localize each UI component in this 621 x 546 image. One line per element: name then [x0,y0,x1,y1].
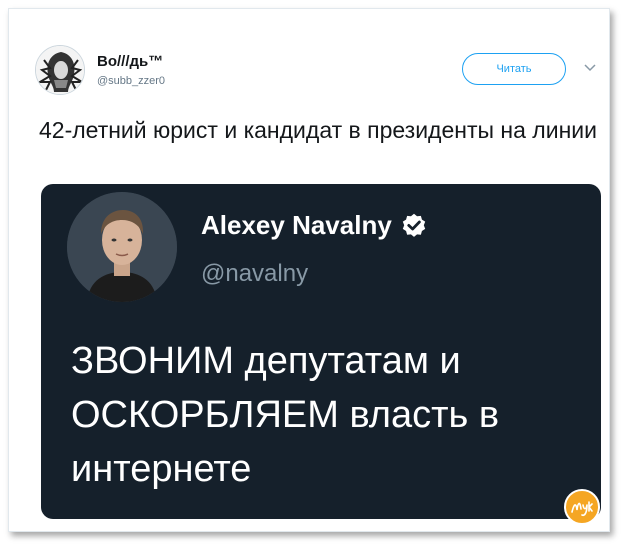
quoted-tweet-text: ЗВОНИМ депутатам и ОСКОРБЛЯЕМ власть в и… [71,340,500,490]
author-avatar[interactable] [35,45,85,95]
author-name[interactable]: Во///дь™ [97,53,163,70]
quoted-author-handle: @navalny [201,260,309,287]
watermark-logo [564,489,600,525]
quoted-avatar [67,192,177,302]
verified-badge-icon [402,213,425,237]
follow-button[interactable]: Читать [462,53,566,85]
tweet-card: Во///дь™ @subb_zzer0 Читать 42-летний юр… [8,8,610,532]
tweet-media-image[interactable]: Alexey Navalny @navalny ЗВОНИМ депутатам… [41,184,601,519]
author-handle[interactable]: @subb_zzer0 [97,75,165,87]
quoted-author-name: Alexey Navalny [201,210,428,241]
chevron-down-icon[interactable] [583,61,597,75]
tweet-text: 42-летний юрист и кандидат в президенты … [39,117,597,143]
quoted-author-name-text: Alexey Navalny [201,210,392,240]
